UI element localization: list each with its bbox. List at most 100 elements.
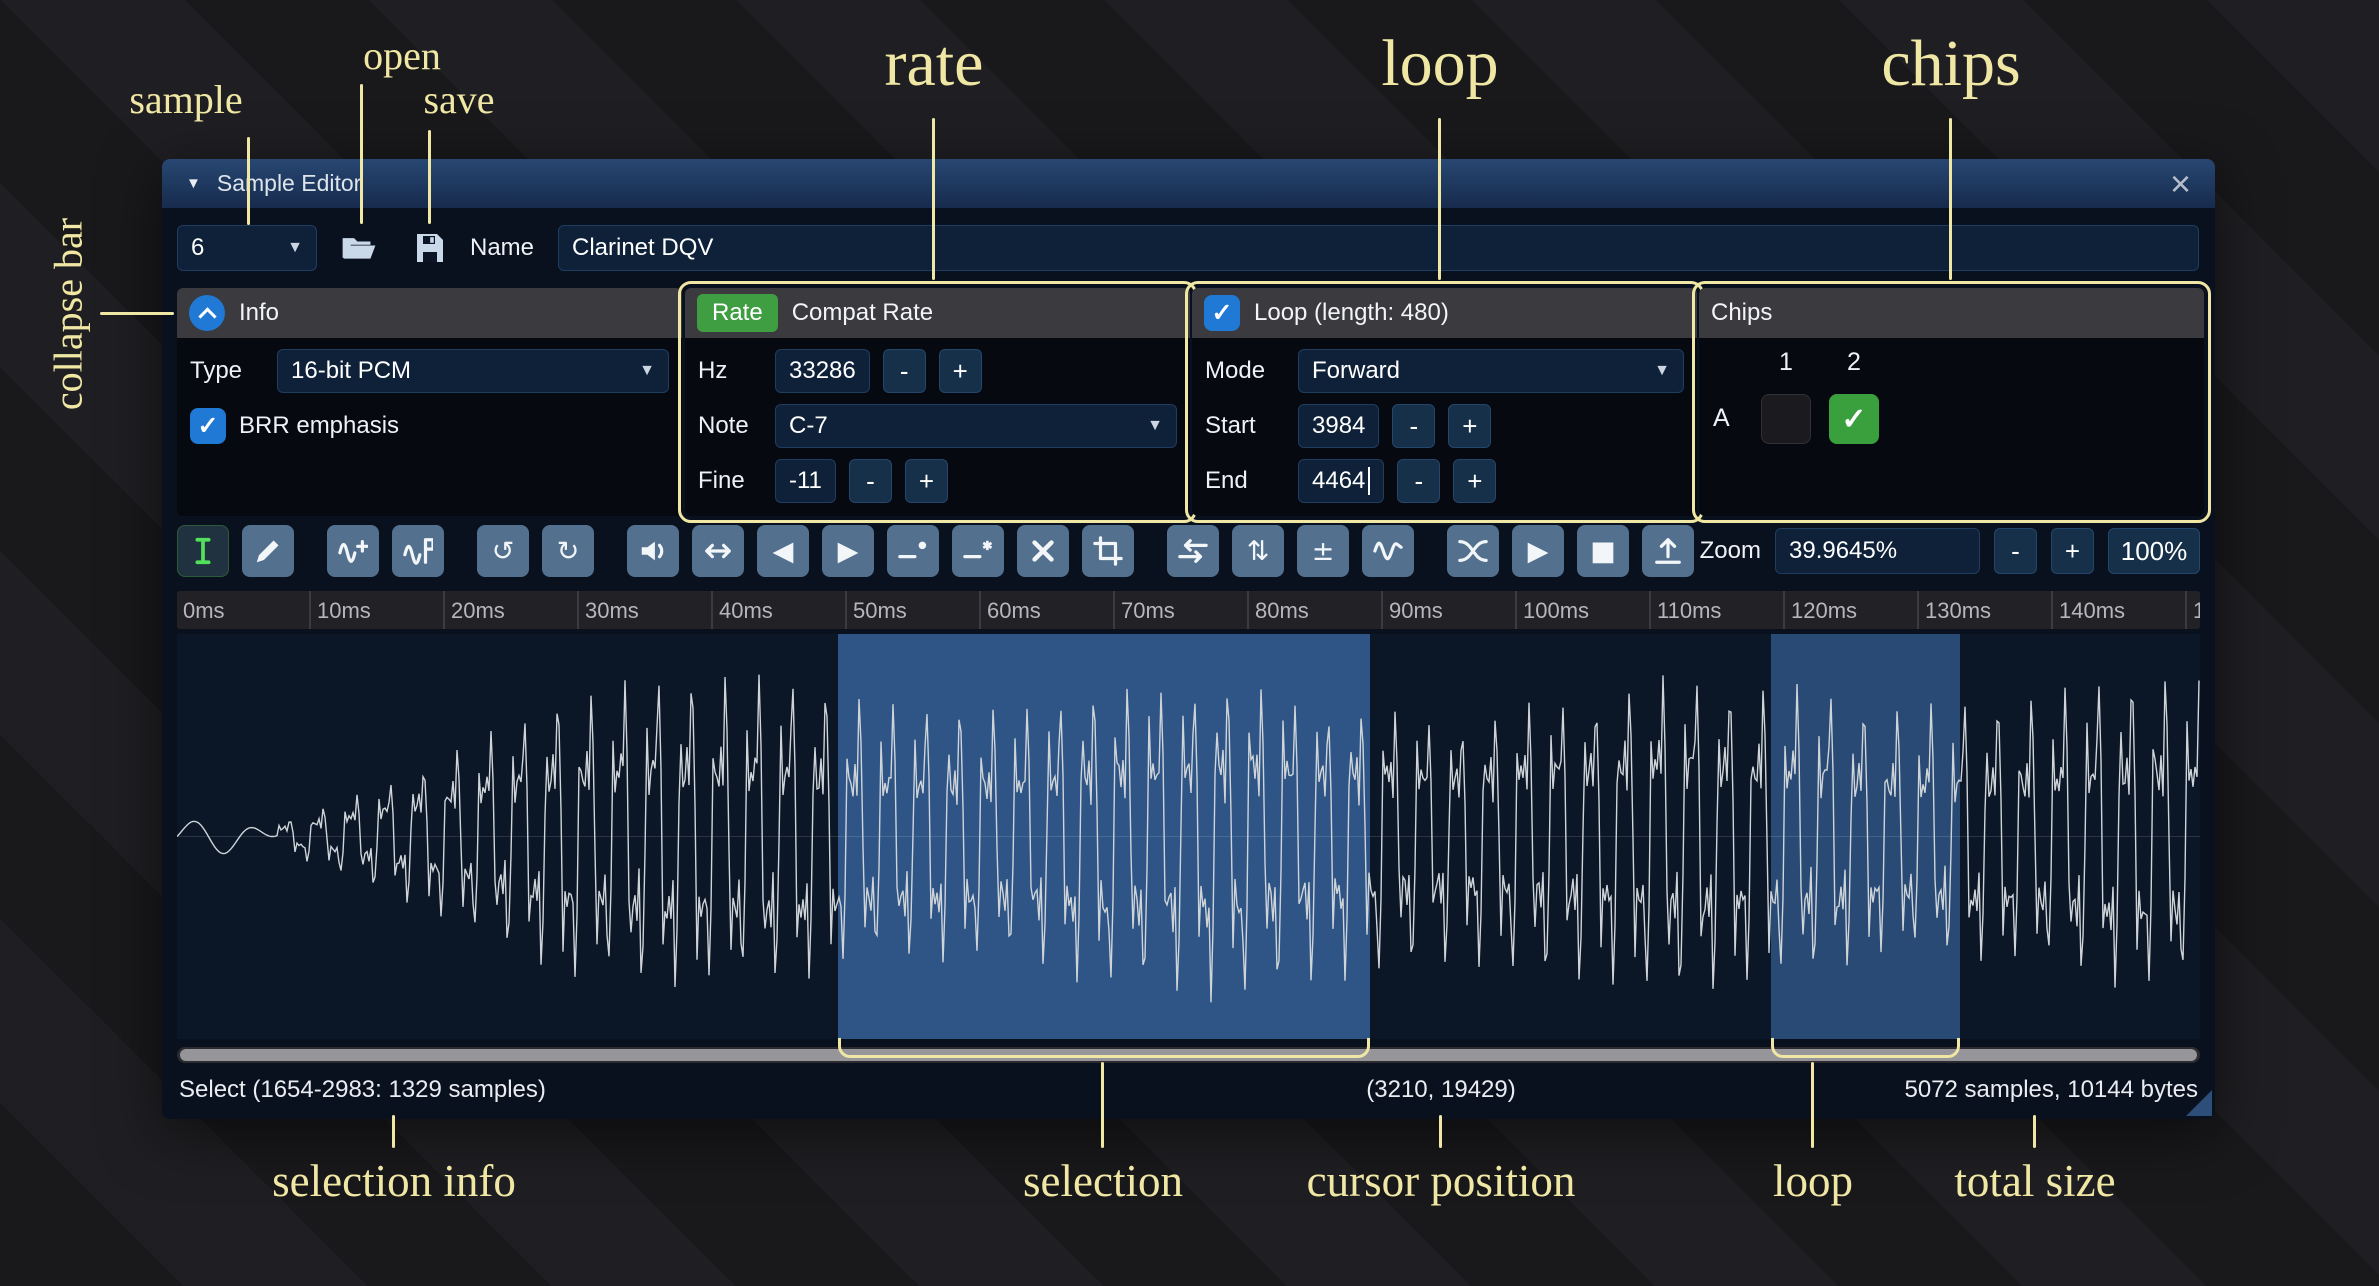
reverse-button[interactable] (1167, 525, 1219, 577)
fine-increase-button[interactable]: + (905, 459, 948, 503)
chips-panel-header: Chips (1699, 288, 2204, 338)
collapse-info-button[interactable] (189, 295, 225, 331)
crossfade-loop-button[interactable] (1447, 525, 1499, 577)
annotation-save: save (423, 76, 494, 123)
chips-panel-title: Chips (1711, 299, 1772, 327)
name-input[interactable]: Clarinet DQV (558, 225, 2199, 271)
info-panel: Info Type 16-bit PCM ▼ ✓ BRR emphasis (177, 288, 682, 516)
annotation-chips: chips (1881, 26, 2020, 102)
preview-button[interactable]: ▶ (1512, 525, 1564, 577)
brr-emphasis-checkbox[interactable]: ✓ (190, 408, 226, 444)
normalize-button[interactable] (692, 525, 744, 577)
chevron-down-icon: ▼ (1644, 362, 1670, 380)
window-collapse-icon[interactable]: ▼ (186, 175, 201, 192)
hz-decrease-button[interactable]: - (883, 349, 926, 393)
annotation-sample: sample (129, 76, 242, 123)
loop-end-decrease-button[interactable]: - (1397, 459, 1440, 503)
fine-decrease-button[interactable]: - (849, 459, 892, 503)
hz-increase-button[interactable]: + (939, 349, 982, 393)
loop-start-decrease-button[interactable]: - (1392, 404, 1435, 448)
chip-toggle-a2[interactable]: ✓ (1829, 394, 1879, 444)
fade-in-button[interactable]: ◀ (757, 525, 809, 577)
save-button[interactable] (404, 225, 454, 271)
scrollbar-thumb[interactable] (180, 1049, 2197, 1061)
sample-editor-window: ▼ Sample Editor × 6 ▼ (162, 159, 2215, 1119)
stop-preview-button[interactable]: ■ (1577, 525, 1629, 577)
annotation-total-size: total size (1954, 1155, 2115, 1207)
insert-silence-button[interactable] (887, 525, 939, 577)
open-button[interactable] (334, 225, 384, 271)
waveform-scrollbar[interactable] (177, 1047, 2200, 1063)
zoom-in-button[interactable]: + (2051, 528, 2094, 574)
chip-toggle-a1[interactable]: ✓ (1761, 394, 1811, 444)
trim-button[interactable] (1082, 525, 1134, 577)
window-title: Sample Editor (217, 170, 361, 197)
zoom-input[interactable]: 39.9645% (1775, 528, 1980, 574)
ruler-tick: 0ms (183, 598, 225, 624)
ruler-tick: 110ms (1657, 598, 1721, 624)
apply-silence-button[interactable] (952, 525, 1004, 577)
loop-enable-checkbox[interactable]: ✓ (1204, 295, 1240, 331)
resample-button[interactable] (327, 525, 379, 577)
loop-start-input[interactable]: 3984 (1298, 404, 1379, 448)
fade-in-icon: ◀ (773, 538, 794, 565)
delete-button[interactable] (1017, 525, 1069, 577)
waveform-path (177, 675, 2199, 1003)
draw-mode-button[interactable] (242, 525, 294, 577)
resize-grip[interactable] (2186, 1090, 2212, 1116)
loop-mode-select[interactable]: Forward ▼ (1298, 349, 1684, 393)
loop-end-increase-button[interactable]: + (1453, 459, 1496, 503)
undo-button[interactable]: ↺ (477, 525, 529, 577)
cross-curves-icon (1458, 536, 1488, 566)
fade-out-button[interactable]: ▶ (822, 525, 874, 577)
close-icon[interactable]: × (2170, 166, 2191, 202)
ruler-tick: 10ms (317, 598, 371, 624)
check-icon: ✓ (1841, 402, 1866, 437)
loop-panel-header: ✓ Loop (length: 480) (1192, 288, 1697, 338)
type-select[interactable]: 16-bit PCM ▼ (277, 349, 669, 393)
waveform-area[interactable] (177, 634, 2200, 1039)
ruler-tick: 120ms (1791, 598, 1857, 624)
chip-column-2-label: 2 (1829, 348, 1879, 377)
dash-star-icon (963, 536, 993, 566)
fine-input[interactable]: -11 (775, 459, 836, 503)
select-mode-button[interactable] (177, 525, 229, 577)
note-value: C-7 (789, 412, 828, 440)
sample-number-select[interactable]: 6 ▼ (177, 225, 317, 271)
filter-button[interactable] (1362, 525, 1414, 577)
hz-input[interactable]: 33286 (775, 349, 870, 393)
redo-button[interactable]: ↻ (542, 525, 594, 577)
ruler-tick: 140ms (2059, 598, 2125, 624)
amplify-button[interactable] (627, 525, 679, 577)
rate-toggle-button[interactable]: Rate (697, 294, 778, 332)
chevron-down-icon: ▼ (629, 362, 655, 380)
chip-column-1-label: 1 (1761, 348, 1811, 377)
folder-icon (341, 234, 377, 262)
save-icon (413, 232, 445, 264)
info-panel-header: Info (177, 288, 682, 338)
chips-panel: Chips 1 2 A ✓ ✓ (1699, 288, 2204, 516)
make-instrument-button[interactable] (1642, 525, 1694, 577)
loop-start-increase-button[interactable]: + (1448, 404, 1491, 448)
undo-icon: ↺ (492, 538, 515, 565)
chevron-up-icon (198, 307, 216, 325)
pencil-icon (253, 536, 283, 566)
name-value: Clarinet DQV (572, 234, 713, 262)
waveform-svg (177, 634, 2200, 1039)
loop-end-label: End (1205, 467, 1285, 495)
signed-unsigned-button[interactable]: ± (1297, 525, 1349, 577)
create-wavetable-button[interactable] (392, 525, 444, 577)
invert-button[interactable]: ⇅ (1232, 525, 1284, 577)
info-panel-title: Info (239, 299, 279, 327)
hz-value: 33286 (789, 357, 856, 385)
chip-row-a-label: A (1713, 404, 1730, 433)
ruler-tick: 150 (2193, 598, 2200, 624)
dash-dot-icon (898, 536, 928, 566)
loop-end-input[interactable]: 4464 (1298, 459, 1384, 503)
zoom-out-button[interactable]: - (1994, 528, 2037, 574)
zoom-reset-button[interactable]: 100% (2108, 528, 2200, 574)
time-ruler[interactable]: 0ms10ms20ms30ms40ms50ms60ms70ms80ms90ms1… (177, 591, 2200, 629)
loop-mode-value: Forward (1312, 357, 1400, 385)
note-label: Note (698, 412, 762, 440)
note-select[interactable]: C-7 ▼ (775, 404, 1177, 448)
